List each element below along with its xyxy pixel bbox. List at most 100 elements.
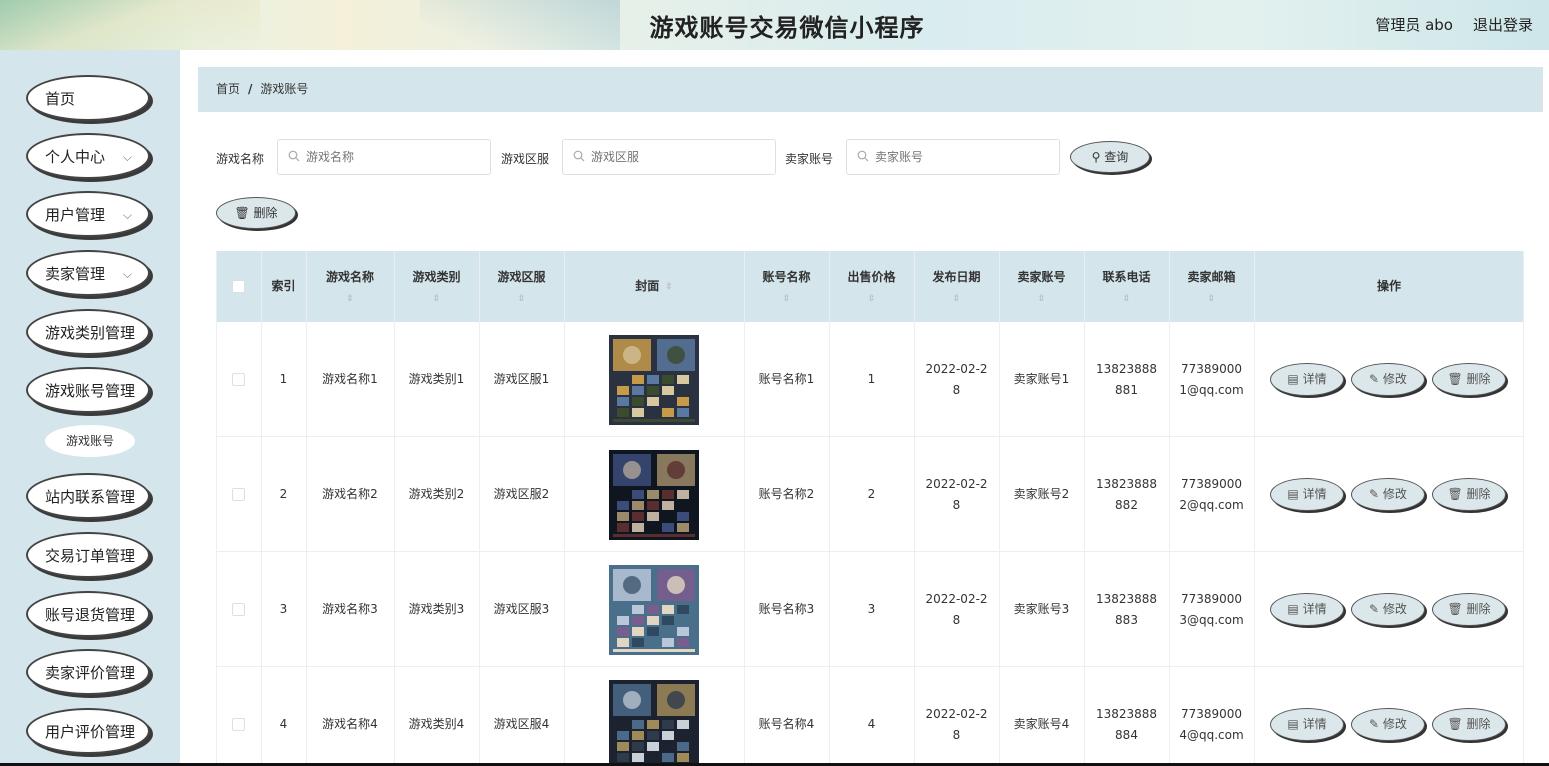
detail-button-label: 详情 [1302, 602, 1327, 616]
delete-button[interactable]: 🗑 删除 [1432, 593, 1506, 626]
delete-button[interactable]: 🗑 删除 [1432, 363, 1506, 396]
sort-icon[interactable]: ⇳ [665, 280, 673, 294]
column-header-label: 发布日期 [932, 270, 981, 284]
column-header-seller: 卖家账号 ⇳ [999, 251, 1084, 322]
game-name-cell: 游戏名称3 [306, 552, 394, 667]
trash-icon: 🗑 [1447, 602, 1467, 616]
edit-button[interactable]: ✎ 修改 [1351, 593, 1425, 626]
price-value: 2 [867, 487, 876, 501]
top-header: 游戏账号交易微信小程序 管理员 abo 退出登录 [0, 0, 1549, 50]
column-divider [261, 251, 262, 766]
phone-line: 13823888 [1095, 361, 1158, 376]
column-header-email: 卖家邮箱 ⇳ [1169, 251, 1254, 322]
detail-button[interactable]: ▤ 详情 [1270, 708, 1344, 741]
sidebar-item[interactable]: 站内联系管理 [26, 473, 150, 519]
trash-icon: 🗑 [1447, 487, 1467, 501]
pencil-icon: ✎ [1369, 372, 1383, 386]
sort-icon[interactable]: ⇳ [1208, 292, 1216, 306]
sidebar-subitem-game-account[interactable]: 游戏账号 [45, 425, 135, 457]
column-header-label: 卖家账号 [1017, 270, 1066, 284]
publish-date-cell: 2022-02-2 8 [914, 322, 999, 437]
sidebar-item[interactable]: 账号退货管理 [26, 591, 150, 637]
sidebar-item[interactable]: 用户评价管理 [26, 708, 150, 754]
detail-button[interactable]: ▤ 详情 [1270, 363, 1344, 396]
sidebar-item[interactable]: 游戏类别管理 [26, 309, 150, 355]
sidebar-item[interactable]: 交易订单管理 [26, 532, 150, 578]
sidebar-item[interactable]: 卖家评价管理 [26, 649, 150, 695]
query-button[interactable]: ⚲ 查询 [1070, 141, 1150, 173]
game-category-cell: 游戏类别3 [394, 552, 479, 667]
sidebar-item[interactable]: 用户管理 ⌵ [26, 191, 150, 237]
select-all-checkbox[interactable] [232, 280, 245, 293]
row-checkbox[interactable] [232, 718, 245, 731]
edit-button[interactable]: ✎ 修改 [1351, 708, 1425, 741]
game-name-cell: 游戏名称4 [306, 667, 394, 766]
logout-link[interactable]: 退出登录 [1473, 14, 1533, 35]
column-divider [1254, 251, 1255, 766]
game-name-value: 游戏名称4 [322, 717, 378, 731]
game-name-value: 游戏名称3 [322, 602, 378, 616]
detail-button[interactable]: ▤ 详情 [1270, 593, 1344, 626]
cover-image [609, 334, 699, 425]
game-zone-cell: 游戏区服1 [479, 322, 564, 437]
delete-button[interactable]: 🗑 删除 [1432, 478, 1506, 511]
column-divider [216, 251, 217, 766]
game-name-cell: 游戏名称2 [306, 437, 394, 552]
price-value: 1 [867, 372, 876, 386]
sidebar-item-label: 卖家评价管理 [45, 664, 136, 682]
sidebar-item[interactable]: 游戏账号管理 [26, 367, 150, 413]
trash-icon: 🗑 [234, 206, 250, 220]
sidebar-item[interactable]: 卖家管理 ⌵ [26, 250, 150, 296]
account-name-value: 账号名称2 [758, 487, 815, 501]
sort-icon[interactable]: ⇳ [783, 292, 791, 306]
game-zone-cell: 游戏区服3 [479, 552, 564, 667]
sort-icon[interactable]: ⇳ [433, 292, 441, 306]
sidebar-item[interactable]: 首页 [26, 75, 150, 121]
sort-icon[interactable]: ⇳ [1123, 292, 1131, 306]
row-checkbox[interactable] [232, 488, 245, 501]
seller-account-input[interactable] [846, 139, 1060, 175]
phone-line: 13823888 [1095, 476, 1158, 491]
publish-date-line: 8 [952, 497, 961, 512]
email-line: 77389000 [1180, 476, 1243, 491]
publish-date-line: 2022-02-2 [925, 476, 988, 491]
game-zone-input[interactable] [562, 139, 776, 175]
index-cell: 1 [261, 322, 306, 437]
email-line: 2@qq.com [1179, 497, 1244, 512]
breadcrumb-home[interactable]: 首页 [216, 82, 240, 96]
document-icon: ▤ [1287, 717, 1303, 731]
column-divider [999, 251, 1000, 766]
column-divider [306, 251, 307, 766]
column-header-label: 操作 [1376, 279, 1401, 293]
email-cell: 77389000 1@qq.com [1169, 322, 1254, 437]
delete-button[interactable]: 🗑 删除 [1432, 708, 1506, 741]
edit-button[interactable]: ✎ 修改 [1351, 363, 1425, 396]
seller-value: 卖家账号2 [1013, 487, 1070, 501]
account-name-cell: 账号名称3 [744, 552, 829, 667]
game-name-input[interactable] [277, 139, 491, 175]
publish-date-line: 2022-02-2 [925, 706, 988, 721]
sidebar-item[interactable]: 个人中心 ⌵ [26, 133, 150, 179]
sort-icon[interactable]: ⇳ [1038, 292, 1046, 306]
batch-delete-button[interactable]: 🗑 删除 [216, 197, 296, 229]
email-cell: 77389000 4@qq.com [1169, 667, 1254, 766]
sort-icon[interactable]: ⇳ [953, 292, 961, 306]
sidebar-item-label: 游戏账号管理 [45, 382, 136, 400]
row-checkbox[interactable] [232, 373, 245, 386]
edit-button[interactable]: ✎ 修改 [1351, 478, 1425, 511]
email-line: 77389000 [1180, 706, 1243, 721]
sort-icon[interactable]: ⇳ [518, 292, 526, 306]
sort-icon[interactable]: ⇳ [868, 292, 876, 306]
sidebar-item-label: 首页 [45, 90, 76, 108]
row-checkbox[interactable] [232, 603, 245, 616]
column-header-label: 账号名称 [762, 270, 811, 284]
cover-image [609, 564, 699, 655]
detail-button[interactable]: ▤ 详情 [1270, 478, 1344, 511]
game-name-value: 游戏名称1 [322, 372, 378, 386]
pencil-icon: ✎ [1369, 487, 1383, 501]
game-category-cell: 游戏类别2 [394, 437, 479, 552]
sort-icon[interactable]: ⇳ [346, 292, 354, 306]
sidebar-item-label: 账号退货管理 [45, 606, 136, 624]
sidebar-item-label: 交易订单管理 [45, 547, 136, 565]
account-name-cell: 账号名称2 [744, 437, 829, 552]
